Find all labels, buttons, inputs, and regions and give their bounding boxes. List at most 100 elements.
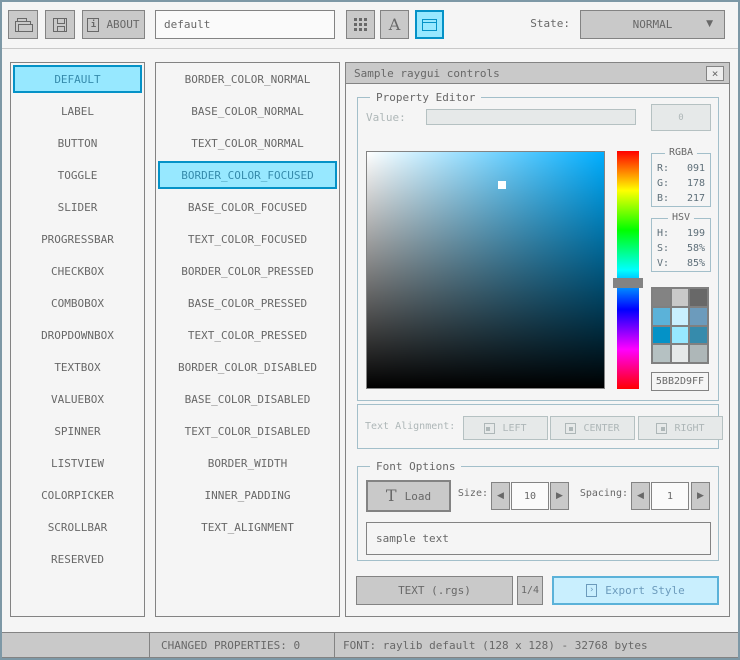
align-left-button[interactable]: LEFT: [463, 416, 548, 440]
color-swatch[interactable]: [653, 289, 670, 306]
spacing-label: Spacing:: [579, 488, 628, 499]
list-item-base_color_normal[interactable]: BASE_COLOR_NORMAL: [156, 95, 339, 127]
color-swatch[interactable]: [690, 289, 707, 306]
list-item-label: BORDER_COLOR_DISABLED: [177, 360, 318, 374]
color-swatch[interactable]: [690, 345, 707, 362]
page-indicator[interactable]: 1/4: [517, 576, 543, 605]
grid-icon: [354, 18, 367, 31]
list-item-text_color_disabled[interactable]: TEXT_COLOR_DISABLED: [156, 415, 339, 447]
color-swatch[interactable]: [690, 307, 707, 325]
color-swatch[interactable]: [653, 345, 670, 362]
hsv-row-h: H: 199: [652, 226, 710, 241]
list-item-border_color_disabled[interactable]: BORDER_COLOR_DISABLED: [156, 351, 339, 383]
list-item-label: CHECKBOX: [51, 264, 104, 278]
controls-view-button[interactable]: [415, 10, 444, 39]
list-item-textbox[interactable]: TEXTBOX: [11, 351, 144, 383]
grid-view-button[interactable]: [346, 10, 375, 39]
list-item-label: LISTVIEW: [51, 456, 104, 470]
list-item-border_width[interactable]: BORDER_WIDTH: [156, 447, 339, 479]
color-picker-area[interactable]: [366, 151, 605, 389]
font-info-status: FONT: raylib default (128 x 128) - 32768…: [335, 633, 740, 657]
list-item-toggle[interactable]: TOGGLE: [11, 159, 144, 191]
window-titlebar[interactable]: Sample raygui controls ×: [346, 63, 729, 84]
list-item-scrollbar[interactable]: SCROLLBAR: [11, 511, 144, 543]
list-item-text_alignment[interactable]: TEXT_ALIGNMENT: [156, 511, 339, 543]
close-button[interactable]: ×: [706, 66, 724, 81]
list-item-valuebox[interactable]: VALUEBOX: [11, 383, 144, 415]
align-right-icon: [656, 422, 668, 434]
color-swatch[interactable]: [690, 326, 707, 344]
list-item-inner_padding[interactable]: INNER_PADDING: [156, 479, 339, 511]
color-swatch[interactable]: [671, 326, 689, 344]
align-right-button[interactable]: RIGHT: [638, 416, 723, 440]
font-options-group: Font Options T Load Size: ◀ 10 ▶ Spacing…: [357, 460, 719, 561]
list-item-text_color_focused[interactable]: TEXT_COLOR_FOCUSED: [156, 223, 339, 255]
spacing-value: 1: [666, 490, 674, 502]
color-picker-cursor[interactable]: [498, 181, 507, 190]
list-item-dropdownbox[interactable]: DROPDOWNBOX: [11, 319, 144, 351]
rgba-row-b: B: 217: [652, 191, 710, 206]
size-value-box[interactable]: 10: [511, 482, 549, 510]
chevron-down-icon: ▼: [706, 19, 713, 29]
list-item-checkbox[interactable]: CHECKBOX: [11, 255, 144, 287]
list-item-spinner[interactable]: SPINNER: [11, 415, 144, 447]
list-item-label: PROGRESSBAR: [41, 232, 114, 246]
list-item-label: SPINNER: [54, 424, 101, 438]
list-item-text_color_pressed[interactable]: TEXT_COLOR_PRESSED: [156, 319, 339, 351]
about-button[interactable]: i ABOUT: [82, 10, 145, 39]
state-dropdown[interactable]: NORMAL ▼: [580, 10, 725, 39]
value-slider[interactable]: [426, 109, 636, 125]
list-item-combobox[interactable]: COMBOBOX: [11, 287, 144, 319]
list-item-colorpicker[interactable]: COLORPICKER: [11, 479, 144, 511]
spacing-increase-button[interactable]: ▶: [691, 482, 710, 510]
align-center-button[interactable]: CENTER: [550, 416, 635, 440]
hex-value: 5BB2D9FF: [655, 376, 705, 387]
list-item-listview[interactable]: LISTVIEW: [11, 447, 144, 479]
value-spinner-button[interactable]: 0: [651, 104, 711, 131]
list-item-border_color_focused[interactable]: BORDER_COLOR_FOCUSED: [156, 159, 339, 191]
g-value: 178: [686, 178, 705, 189]
color-swatch[interactable]: [671, 345, 689, 362]
b-label: B:: [657, 193, 670, 204]
v-value: 85%: [686, 258, 705, 269]
load-font-label: Load: [404, 489, 432, 503]
text-rgs-button[interactable]: TEXT (.rgs): [356, 576, 513, 605]
font-view-button[interactable]: A: [380, 10, 409, 39]
color-swatch[interactable]: [653, 307, 670, 325]
list-item-label: BASE_COLOR_NORMAL: [191, 104, 304, 118]
export-style-button[interactable]: › Export Style: [552, 576, 719, 605]
size-decrease-button[interactable]: ◀: [491, 482, 510, 510]
list-item-base_color_disabled[interactable]: BASE_COLOR_DISABLED: [156, 383, 339, 415]
save-style-button[interactable]: [45, 10, 75, 39]
color-swatch[interactable]: [653, 326, 670, 344]
style-name-input[interactable]: [155, 10, 335, 39]
list-item-progressbar[interactable]: PROGRESSBAR: [11, 223, 144, 255]
right-arrow-icon: ▶: [556, 491, 563, 501]
sample-text-box[interactable]: sample text: [366, 522, 711, 555]
list-item-text_color_normal[interactable]: TEXT_COLOR_NORMAL: [156, 127, 339, 159]
rgba-title: RGBA: [664, 147, 698, 158]
list-item-reserved[interactable]: RESERVED: [11, 543, 144, 575]
list-item-default[interactable]: DEFAULT: [11, 63, 144, 95]
open-style-button[interactable]: [8, 10, 38, 39]
spacing-decrease-button[interactable]: ◀: [631, 482, 650, 510]
list-item-slider[interactable]: SLIDER: [11, 191, 144, 223]
list-item-label: TEXTBOX: [54, 360, 101, 374]
list-item-button[interactable]: BUTTON: [11, 127, 144, 159]
color-swatch[interactable]: [671, 307, 689, 325]
hue-bar[interactable]: [613, 151, 643, 389]
list-item-border_color_pressed[interactable]: BORDER_COLOR_PRESSED: [156, 255, 339, 287]
hex-value-box[interactable]: 5BB2D9FF: [651, 372, 709, 391]
spacing-value-box[interactable]: 1: [651, 482, 689, 510]
list-item-border_color_normal[interactable]: BORDER_COLOR_NORMAL: [156, 63, 339, 95]
list-item-label[interactable]: LABEL: [11, 95, 144, 127]
list-item-base_color_focused[interactable]: BASE_COLOR_FOCUSED: [156, 191, 339, 223]
status-bar: CHANGED PROPERTIES: 0 FONT: raylib defau…: [0, 632, 740, 658]
color-swatch[interactable]: [671, 289, 689, 306]
rgba-row-g: G: 178: [652, 176, 710, 191]
size-increase-button[interactable]: ▶: [550, 482, 569, 510]
align-left-icon: [484, 422, 496, 434]
list-item-base_color_pressed[interactable]: BASE_COLOR_PRESSED: [156, 287, 339, 319]
hue-slider-handle[interactable]: [613, 277, 643, 288]
h-value: 199: [686, 228, 705, 239]
